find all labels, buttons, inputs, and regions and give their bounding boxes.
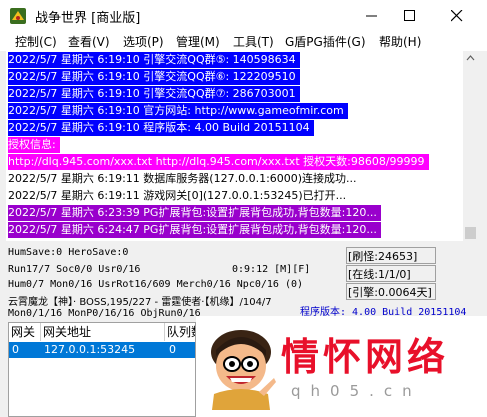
log-line: 2022/5/7 星期六 6:19:10 引擎交流QQ群⑥: 122209510 — [8, 69, 300, 85]
title-bar[interactable]: 战争世界 [商业版] — [0, 0, 487, 32]
engine-box: [引擎:0.0064天] — [346, 283, 436, 300]
table-row[interactable]: 0 127.0.0.1:53245 0 — [9, 342, 195, 358]
log-line: 2022/5/7 星期六 6:19:11 游戏网关[0](127.0.0.1:5… — [8, 188, 351, 204]
col-gateway-address[interactable]: 网关地址 — [41, 323, 165, 341]
maximize-button[interactable] — [387, 0, 433, 32]
log-panel[interactable]: 2022/5/7 星期六 6:19:10 引擎交流QQ群⑤: 140598634… — [6, 51, 463, 241]
menu-options[interactable]: 选项(P) — [123, 33, 164, 50]
online-box: [在线:1/1/0] — [346, 265, 436, 282]
app-window: 战争世界 [商业版] 控制(C) 查看(V) 选项(P) 管理(M) 工具(T)… — [0, 0, 487, 417]
log-line: 2022/5/7 星期六 6:19:10 引擎交流QQ群⑤: 140598634 — [8, 52, 300, 68]
log-line: http://dlq.945.com/xxx.txt http://dlq.94… — [8, 154, 429, 170]
log-line: 2022/5/7 星期六 6:23:39 PG扩展背包:设置扩展背包成功,背包数… — [8, 205, 381, 221]
watermark: 情怀网络 qh05.cn — [196, 316, 487, 417]
online-count: [在线:1/1/0] — [348, 268, 411, 281]
col-queue[interactable]: 队列数 — [165, 323, 195, 341]
menu-manage[interactable]: 管理(M) — [176, 33, 220, 50]
cell-address: 127.0.0.1:53245 — [44, 343, 136, 356]
brush-count: [刷怪:24653] — [348, 250, 418, 263]
close-button[interactable] — [434, 0, 480, 32]
scroll-up-icon[interactable] — [463, 51, 478, 65]
minimize-icon — [366, 15, 377, 17]
log-line: 2022/5/7 星期六 6:19:10 引擎交流QQ群⑦: 286703001 — [8, 86, 300, 102]
log-line: 授权信息: — [8, 137, 60, 153]
cell-gateway: 0 — [12, 343, 19, 356]
log-line: 2022/5/7 星期六 6:19:11 数据库服务器(127.0.0.1:60… — [8, 171, 361, 187]
menu-bar: 控制(C) 查看(V) 选项(P) 管理(M) 工具(T) G盾PG插件(G) … — [0, 32, 487, 51]
log-line: 2022/5/7 星期六 6:19:10 程序版本: 4.00 Build 20… — [8, 120, 314, 136]
status-hum: Hum0/7 Mon0/16 UsrRot16/609 Merch0/16 Np… — [8, 279, 304, 290]
menu-tools[interactable]: 工具(T) — [233, 33, 274, 50]
col-gateway[interactable]: 网关 — [9, 323, 41, 341]
watermark-sub: qh05.cn — [291, 382, 422, 400]
log-line: 2022/5/7 星期六 6:19:10 官方网站: http://www.ga… — [8, 103, 348, 119]
cell-queue: 0 — [169, 343, 176, 356]
watermark-title: 情怀网络 — [281, 334, 450, 379]
brush-box: [刷怪:24653] — [346, 247, 436, 264]
menu-help[interactable]: 帮助(H) — [379, 33, 421, 50]
gateway-table[interactable]: 网关 网关地址 队列数 0 127.0.0.1:53245 0 — [8, 322, 196, 417]
log-scrollbar[interactable] — [463, 51, 478, 241]
status-save: HumSave:0 HeroSave:0 — [8, 247, 129, 258]
maximize-icon — [404, 10, 415, 21]
status-time: 0:9:12 [M][F] — [232, 264, 311, 275]
engine-uptime: [引擎:0.0064天] — [348, 286, 432, 299]
close-icon — [451, 10, 463, 22]
log-line: 2022/5/7 星期六 6:24:47 PG扩展背包:设置扩展背包成功,背包数… — [8, 222, 381, 238]
menu-view[interactable]: 查看(V) — [68, 33, 110, 50]
menu-gdun-plugin[interactable]: G盾PG插件(G) — [285, 33, 366, 50]
mascot-logo — [211, 330, 276, 410]
window-title: 战争世界 [商业版] — [35, 11, 141, 26]
app-icon — [10, 8, 26, 24]
scroll-thumb[interactable] — [465, 227, 476, 239]
menu-control[interactable]: 控制(C) — [15, 33, 57, 50]
status-boss: 云霄魔龙【神】· BOSS,195/227 - 雷霆使者·【机缘】/104/7 — [8, 297, 272, 308]
status-run: Run17/7 Soc0/0 Usr0/16 — [8, 264, 141, 275]
status-mon: Mon0/1/16 MonP0/16/16 ObjRun0/16 — [8, 308, 201, 319]
